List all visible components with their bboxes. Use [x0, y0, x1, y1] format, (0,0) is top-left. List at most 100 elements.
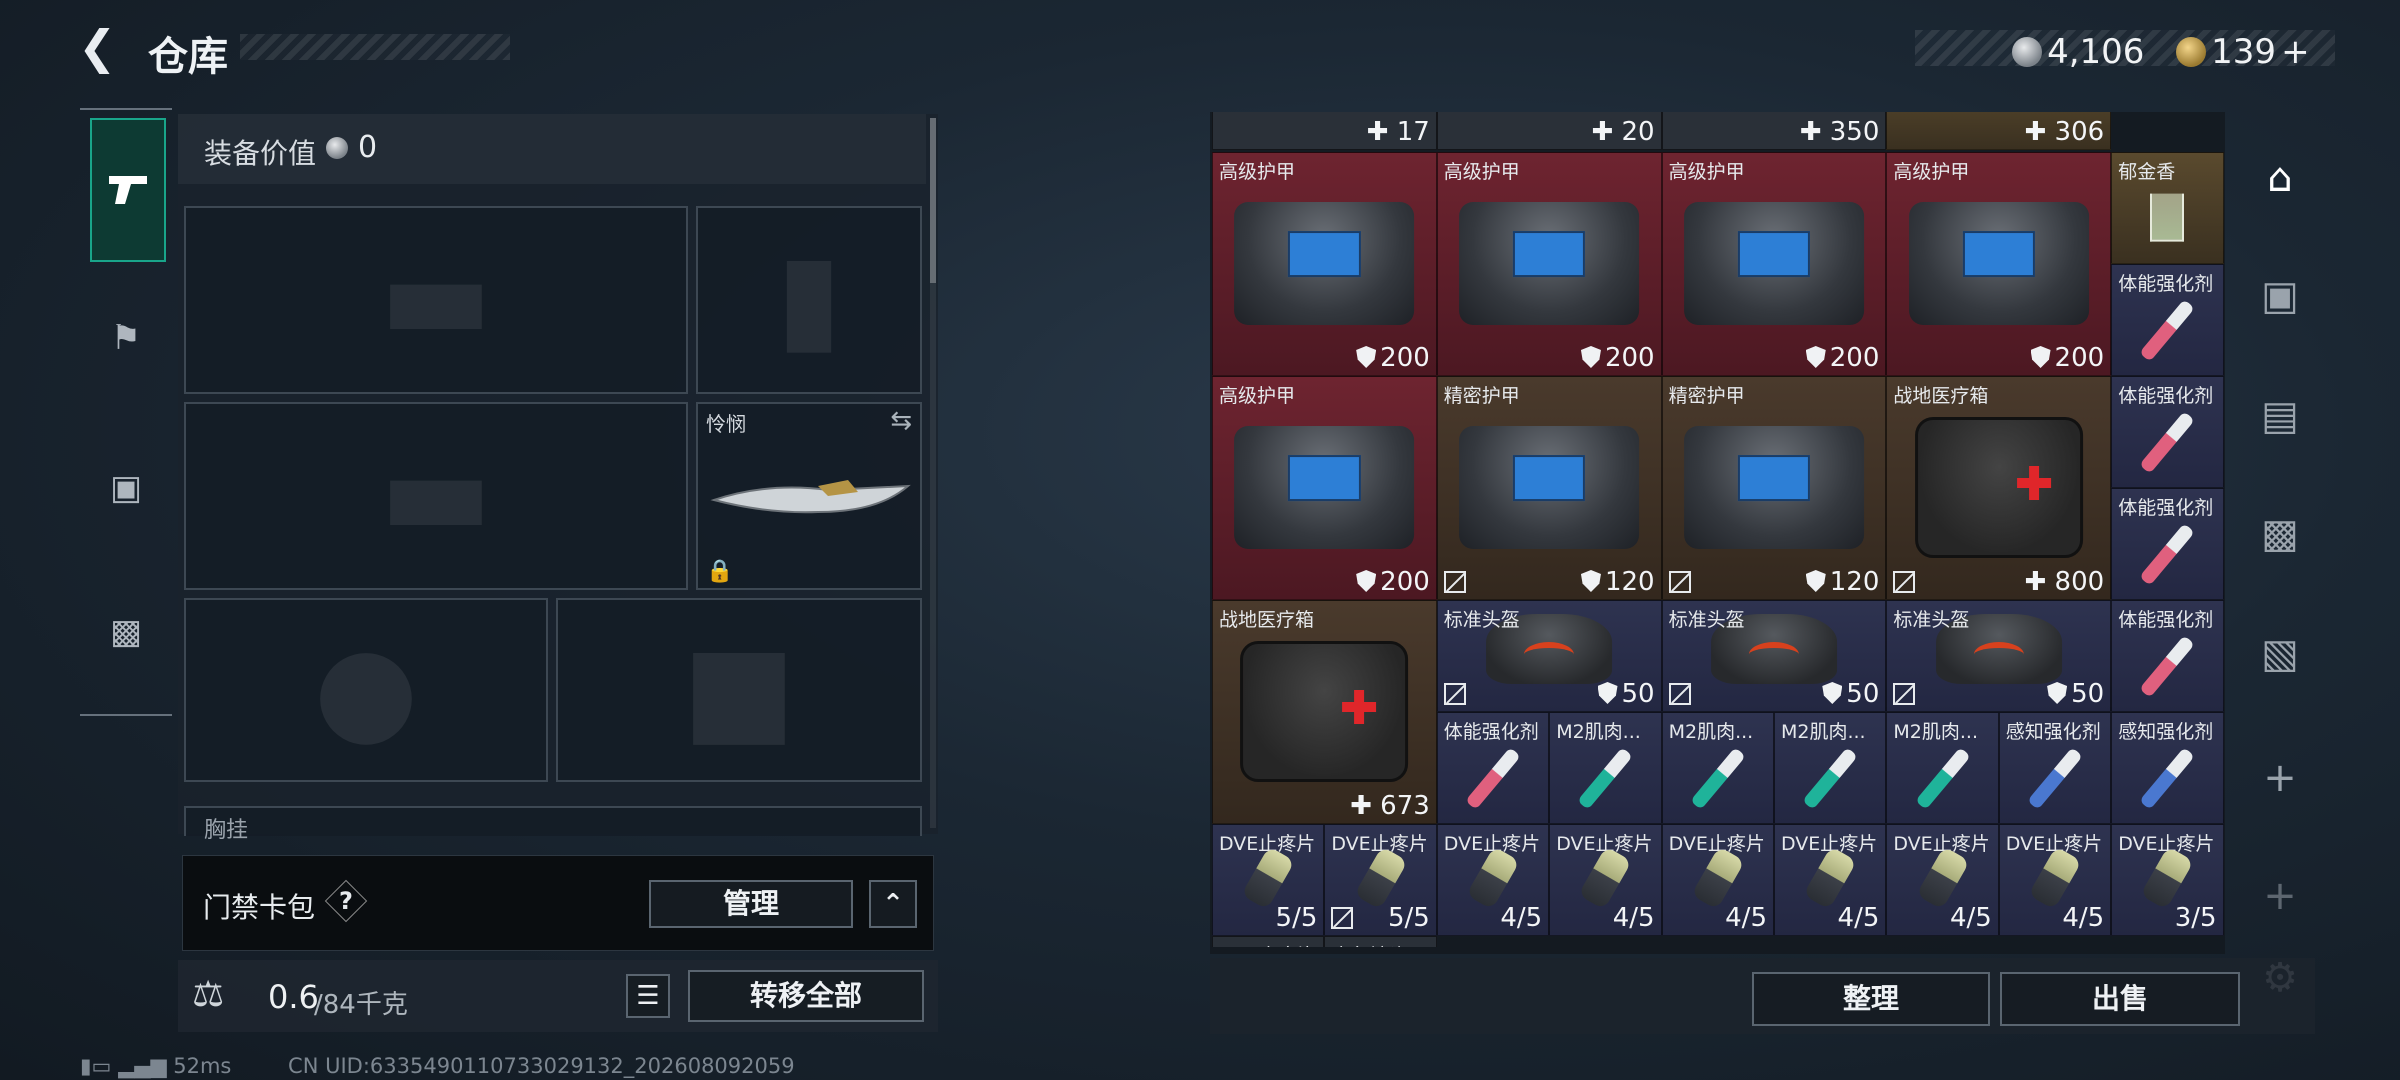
cocktail-glass-icon [2150, 193, 2185, 242]
item-value: 5/5 [1387, 903, 1430, 933]
helmet-slot[interactable]: ● [184, 598, 548, 782]
stash-item[interactable]: 郁金香 [2111, 152, 2224, 264]
primary-weapon-slot[interactable]: ▬ [184, 206, 688, 394]
armor-bag-icon [1459, 426, 1640, 550]
chest-rig-slot[interactable]: 胸挂 [184, 806, 922, 843]
case-tier4-icon[interactable]: ▣ [2250, 266, 2310, 326]
durability-shield-icon [1822, 682, 1843, 704]
item-value: ✚ 20 [1591, 117, 1655, 147]
durability-shield-icon [1580, 570, 1601, 592]
stash-item-partial[interactable]: ✚ 17 [1212, 112, 1437, 150]
item-value: 4/5 [1837, 903, 1880, 933]
item-name: 体能强化剂 [2118, 273, 2214, 295]
stash-item[interactable]: 高级护甲 200 [1436, 152, 1662, 376]
stash-home-icon[interactable]: ⌂ [2250, 148, 2310, 208]
back-button[interactable]: ❮ [78, 22, 126, 74]
stash-item[interactable]: M2肌肉... [1549, 712, 1662, 824]
stash-item[interactable]: DVE止疼片 4/5 [1661, 824, 1774, 936]
heal-plus-icon: ✚ [2024, 117, 2055, 147]
armor-bag-icon [1234, 202, 1415, 326]
stash-item[interactable]: M2肌肉... [1774, 712, 1887, 824]
pistol-slot[interactable]: ▮ [696, 206, 922, 394]
stash-item-partial[interactable]: DVE止疼片 [1212, 936, 1325, 947]
stash-item[interactable]: 战地医疗箱 ✚ 673 [1212, 600, 1437, 824]
manage-button[interactable]: 管理 [649, 880, 853, 928]
item-name: DVE止疼片 [1219, 941, 1315, 947]
item-name: 高级护甲 [1443, 161, 1520, 183]
stash-item[interactable]: DVE止疼片 5/5 [1324, 824, 1437, 936]
tab-vest[interactable]: ▣ [90, 418, 162, 558]
stash-item[interactable]: 战地医疗箱 ✚ 800 [1886, 376, 2112, 600]
transfer-all-button[interactable]: 转移全部 [688, 970, 924, 1022]
stash-item[interactable]: DVE止疼片 3/5 [2111, 824, 2224, 936]
durability-shield-icon [1356, 346, 1377, 368]
item-value: 3/5 [2174, 903, 2217, 933]
stash-item[interactable]: 高级护甲 200 [1212, 376, 1437, 600]
gold-currency[interactable]: 139 + [2176, 32, 2310, 72]
stash-item[interactable]: M2肌肉... [1886, 712, 1999, 824]
backpack-icon: ⚑ [110, 318, 142, 358]
stash-item[interactable]: 标准头盔 50 [1436, 600, 1662, 712]
equipment-scroll-thumb[interactable] [930, 118, 936, 283]
stash-item[interactable]: 高级护甲 200 [1212, 152, 1437, 376]
syringe-icon [2139, 299, 2196, 362]
stash-item[interactable]: DVE止疼片 4/5 [1998, 824, 2112, 936]
helmet-silhouette-icon: ● [313, 620, 419, 759]
add-currency-button[interactable]: + [2281, 32, 2310, 72]
gold-amount: 139 [2211, 32, 2276, 72]
stash-item[interactable]: DVE止疼片 5/5 [1212, 824, 1325, 936]
stash-item-partial[interactable]: ✚ 20 [1436, 112, 1662, 150]
stash-item-partial[interactable]: ✚ 350 [1661, 112, 1887, 150]
item-name: 精密护甲 [1443, 385, 1520, 407]
stash-item-partial[interactable]: ✚ 306 [1886, 112, 2112, 150]
item-value: ✚ 673 [1350, 791, 1430, 821]
syringe-icon [1802, 747, 1859, 810]
stash-item-partial[interactable]: 广角镜头 [1324, 936, 1437, 947]
stash-item[interactable]: DVE止疼片 4/5 [1549, 824, 1662, 936]
stash-item[interactable]: DVE止疼片 4/5 [1886, 824, 1999, 936]
tab-weapons[interactable] [90, 118, 166, 262]
item-value: 4/5 [1500, 903, 1543, 933]
stash-item[interactable]: 精密护甲 120 [1436, 376, 1662, 600]
stash-item[interactable]: 感知强化剂 [1998, 712, 2112, 824]
stash-item[interactable]: 高级护甲 200 [1886, 152, 2112, 376]
melee-slot[interactable]: 怜悯 ⇆ 🔒 [696, 402, 922, 590]
collapse-chevron-icon[interactable]: ⌃ [869, 880, 917, 928]
stash-item[interactable]: 标准头盔 50 [1661, 600, 1887, 712]
item-value: 50 [1597, 679, 1655, 709]
stash-item[interactable]: 体能强化剂 [2111, 488, 2224, 600]
add-stash-icon[interactable]: + [2250, 748, 2310, 808]
item-name: 体能强化剂 [1443, 721, 1539, 743]
sell-button[interactable]: 出售 [2000, 972, 2240, 1026]
item-value: 50 [2047, 679, 2104, 709]
item-name: 高级护甲 [1668, 161, 1745, 183]
armor-slot[interactable]: ■ [556, 598, 922, 782]
stash-item[interactable]: 体能强化剂 [2111, 376, 2224, 488]
stash-item[interactable]: 体能强化剂 [2111, 264, 2224, 376]
swap-icon[interactable]: ⇆ [890, 406, 912, 436]
stash-item[interactable]: 体能强化剂 [2111, 600, 2224, 712]
stash-item[interactable]: M2肌肉... [1661, 712, 1774, 824]
organize-button[interactable]: 整理 [1752, 972, 1990, 1026]
secondary-weapon-slot[interactable]: ▬ [184, 402, 688, 590]
rifle-silhouette-icon: ▬ [379, 424, 493, 563]
medical-case-icon[interactable]: ▧ [2250, 624, 2310, 684]
coin-icon [326, 137, 348, 159]
stash-item[interactable]: 体能强化剂 [1436, 712, 1550, 824]
stash-item[interactable]: 标准头盔 50 [1886, 600, 2112, 712]
help-icon[interactable]: ? [324, 879, 368, 923]
case-tier4b-icon[interactable]: ▩ [2250, 504, 2310, 564]
heal-plus-icon: ✚ [1350, 791, 1381, 821]
item-name: M2肌肉... [1893, 721, 1978, 743]
list-view-icon[interactable]: ☰ [626, 974, 670, 1018]
stash-item[interactable]: 感知强化剂 [2111, 712, 2224, 824]
stash-item[interactable]: 高级护甲 200 [1661, 152, 1887, 376]
item-name: M2肌肉... [1668, 721, 1754, 743]
stash-item[interactable]: DVE止疼片 4/5 [1774, 824, 1887, 936]
item-value: ✚ 800 [2024, 567, 2105, 597]
stash-item[interactable]: DVE止疼片 4/5 [1436, 824, 1550, 936]
stash-item[interactable]: 精密护甲 120 [1661, 376, 1887, 600]
tab-case[interactable]: ▩ [90, 562, 162, 702]
case-tier3-icon[interactable]: ▤ [2250, 386, 2310, 446]
tab-backpack[interactable]: ⚑ [90, 268, 162, 408]
